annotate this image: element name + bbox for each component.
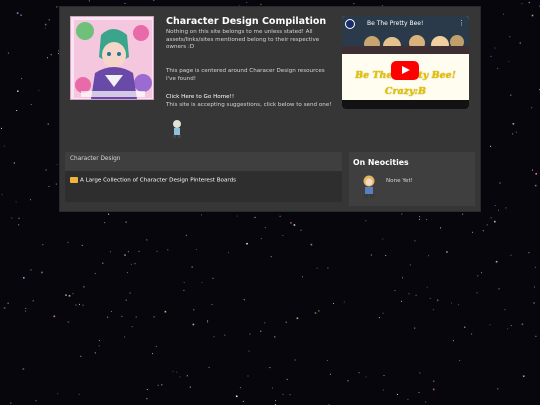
header-character-image: [70, 16, 154, 100]
ownership-disclaimer: Nothing on this site belongs to me unles…: [166, 29, 320, 51]
character-design-link-list: A Large Collection of Character Design P…: [65, 171, 342, 202]
play-button-icon[interactable]: [391, 61, 419, 80]
character-design-panel: Character Design A Large Collection of C…: [65, 152, 342, 202]
embedded-youtube-video[interactable]: Be The Pretty Bee! ⋮ Be The Pretty Bee! …: [342, 16, 469, 109]
neocities-sprite-icon: [361, 175, 377, 203]
pinterest-boards-link[interactable]: A Large Collection of Character Design P…: [80, 178, 236, 184]
main-container: Character Design Compilation Nothing on …: [59, 6, 481, 212]
character-design-heading: Character Design: [70, 156, 121, 162]
neocities-status-text: None Yet!: [386, 178, 413, 184]
video-banner-line2: Crazy:B: [384, 86, 427, 97]
neocities-heading: On Neocities: [353, 158, 409, 167]
neocities-panel: On Neocities None Yet!: [349, 152, 475, 206]
page-purpose-text: This page is centered around Characer De…: [166, 68, 325, 82]
page-title: Character Design Compilation: [166, 16, 327, 27]
suggestions-text: This site is accepting suggestions, clic…: [166, 102, 332, 108]
go-home-link[interactable]: Click Here to Go Home!!: [166, 94, 234, 100]
list-item[interactable]: A Large Collection of Character Design P…: [70, 177, 236, 184]
folder-icon: [70, 177, 78, 183]
more-options-icon[interactable]: ⋮: [458, 19, 465, 27]
suggestion-sprite-icon[interactable]: [171, 119, 183, 143]
channel-avatar[interactable]: [345, 19, 355, 29]
video-bottom-bar: [342, 100, 469, 109]
video-title[interactable]: Be The Pretty Bee!: [367, 20, 423, 27]
